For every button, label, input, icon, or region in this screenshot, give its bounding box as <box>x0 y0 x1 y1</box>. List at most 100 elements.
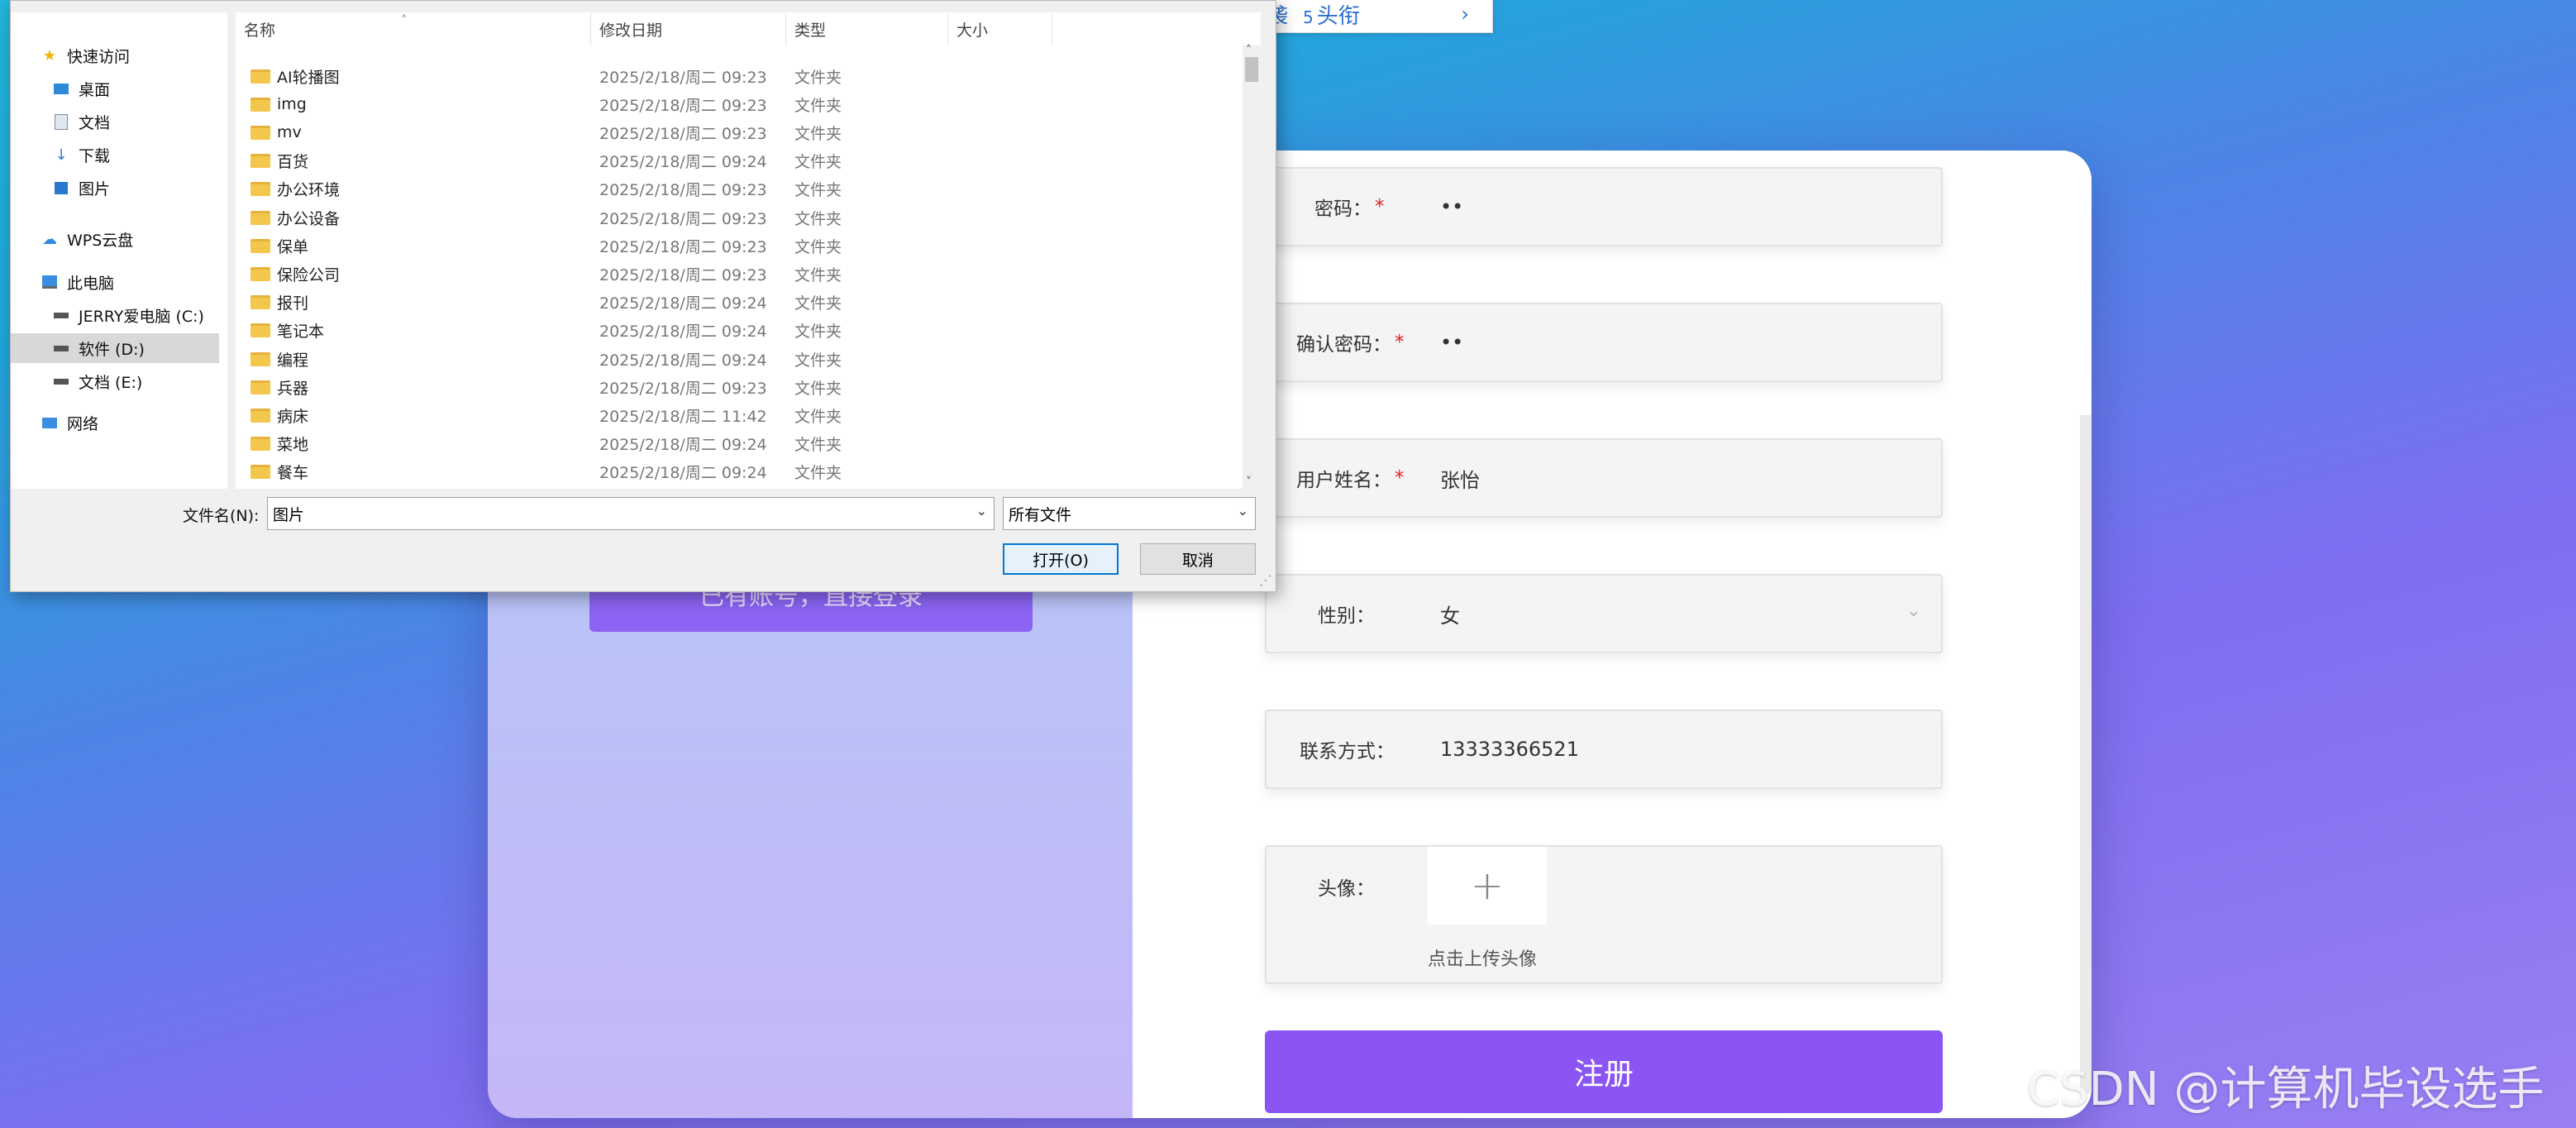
file-name-cell: 菜地 <box>250 430 308 458</box>
password-value[interactable]: •• <box>1440 169 1463 245</box>
nav-this-pc[interactable]: 此电脑 <box>41 267 114 297</box>
avatar-upload-button[interactable]: + <box>1428 847 1547 925</box>
nav-drive-d[interactable]: 软件 (D:) <box>11 333 219 363</box>
file-name-cell: 编程 <box>250 345 308 373</box>
file-date: 2025/2/18/周二 09:23 <box>599 265 767 284</box>
scrollbar-thumb[interactable] <box>1245 57 1258 82</box>
chevron-down-icon[interactable]: ⌄ <box>1906 600 1921 621</box>
password-field[interactable]: 密码： * •• <box>1265 167 1943 246</box>
file-date: 2025/2/18/周二 09:23 <box>599 124 767 143</box>
file-list-scrollbar[interactable]: ˄ ˅ <box>1243 44 1261 489</box>
column-header-name[interactable]: 名称 <box>236 12 591 45</box>
gender-label: 性别： <box>1318 605 1375 627</box>
scroll-up-icon[interactable]: ˄ <box>1246 44 1252 57</box>
file-name-cell: 兵器 <box>250 373 308 401</box>
phone-label: 联系方式： <box>1300 741 1395 762</box>
file-row[interactable]: 编程 2025/2/18/周二 09:24 文件夹 <box>236 345 1062 373</box>
file-name: 保单 <box>277 237 309 256</box>
password-label: 密码： * <box>1314 196 1385 220</box>
open-button[interactable]: 打开(O) <box>1003 543 1119 575</box>
file-row[interactable]: 餐车 2025/2/18/周二 09:24 文件夹 <box>236 458 1062 486</box>
file-date: 2025/2/18/周二 09:24 <box>599 153 767 172</box>
filename-label: 文件名(N): <box>183 507 260 525</box>
plus-icon: + <box>1470 863 1505 909</box>
column-header-type[interactable]: 类型 <box>786 12 948 45</box>
file-row[interactable]: 菜地 2025/2/18/周二 09:24 文件夹 <box>236 430 1062 458</box>
nav-documents[interactable]: 文档📌 <box>52 107 255 136</box>
nav-downloads[interactable]: ↓下载📌 <box>52 140 255 170</box>
nav-desktop[interactable]: 桌面📌 <box>52 74 255 103</box>
confirm-password-value[interactable]: •• <box>1440 304 1463 380</box>
chevron-down-icon[interactable]: ⌄ <box>1238 503 1248 519</box>
file-name: 办公环境 <box>277 181 341 200</box>
file-type: 文件夹 <box>794 237 842 256</box>
folder-icon <box>250 238 270 253</box>
file-name: mv <box>277 123 302 142</box>
file-row[interactable]: AI轮播图 2025/2/18/周二 09:23 文件夹 <box>236 62 1062 90</box>
file-row[interactable]: 病床 2025/2/18/周二 11:42 文件夹 <box>236 401 1062 429</box>
nav-drive-e[interactable]: 文档 (E:) <box>52 366 142 396</box>
file-type: 文件夹 <box>794 181 842 200</box>
column-header-date[interactable]: 修改日期 <box>591 12 786 45</box>
chevron-down-icon[interactable]: ⌄ <box>976 503 987 519</box>
folder-icon <box>250 295 270 310</box>
phone-value[interactable]: 13333366521 <box>1440 711 1579 787</box>
sort-chevron-up-icon: ˄ <box>401 14 407 27</box>
file-name-cell: 保单 <box>250 232 308 260</box>
file-name-cell: 报刊 <box>250 289 308 317</box>
file-row[interactable]: 保单 2025/2/18/周二 09:23 文件夹 <box>236 232 1062 260</box>
file-name: 百货 <box>277 153 309 172</box>
confirm-password-field[interactable]: 确认密码： * •• <box>1265 303 1943 382</box>
file-row[interactable]: 百货 2025/2/18/周二 09:24 文件夹 <box>236 147 1062 175</box>
register-button[interactable]: 注册 <box>1265 1030 1943 1113</box>
avatar-upload-hint: 点击上传头像 <box>1428 949 1538 970</box>
filetype-select[interactable]: 所有文件 ⌄ <box>1003 497 1256 530</box>
file-type: 文件夹 <box>794 153 842 172</box>
file-date: 2025/2/18/周二 09:24 <box>599 351 767 370</box>
file-row[interactable]: 报刊 2025/2/18/周二 09:24 文件夹 <box>236 289 1062 317</box>
file-date: 2025/2/18/周二 09:23 <box>599 68 767 87</box>
file-type: 文件夹 <box>794 379 842 398</box>
file-name-cell: 保险公司 <box>250 260 340 288</box>
file-row[interactable]: 笔记本 2025/2/18/周二 09:24 文件夹 <box>236 317 1062 345</box>
gender-value[interactable]: 女 <box>1440 576 1460 652</box>
nav-pictures[interactable]: 图片📌 <box>52 173 255 203</box>
folder-icon <box>250 380 270 394</box>
file-type: 文件夹 <box>794 96 842 115</box>
file-row[interactable]: 兵器 2025/2/18/周二 09:23 文件夹 <box>236 373 1062 401</box>
nav-drive-c[interactable]: JERRY爱电脑 (C:) <box>52 300 204 330</box>
computer-icon <box>41 274 59 290</box>
folder-icon <box>250 323 270 338</box>
file-row[interactable]: 办公设备 2025/2/18/周二 09:23 文件夹 <box>236 203 1062 232</box>
cancel-button[interactable]: 取消 <box>1140 543 1256 575</box>
file-type: 文件夹 <box>794 407 842 426</box>
file-row[interactable]: mv 2025/2/18/周二 09:23 文件夹 <box>236 118 1062 146</box>
file-type: 文件夹 <box>794 436 842 455</box>
real-name-value[interactable]: 张怡 <box>1440 440 1480 516</box>
file-type: 文件夹 <box>794 464 842 483</box>
file-row[interactable]: 保险公司 2025/2/18/周二 09:23 文件夹 <box>236 260 1062 288</box>
ime-next-page-icon[interactable]: › <box>1461 2 1469 26</box>
gender-select[interactable]: 性别： 女 ⌄ <box>1265 574 1943 653</box>
real-name-field[interactable]: 用户姓名： * 张怡 <box>1265 438 1943 518</box>
nav-network[interactable]: 网络 <box>41 408 98 437</box>
nav-wps-cloud[interactable]: ☁ WPS云盘 <box>41 224 133 254</box>
scroll-down-icon[interactable]: ˅ <box>1246 476 1252 489</box>
drive-icon <box>52 340 70 356</box>
ime-candidate-5[interactable]: 5 头衔 <box>1303 0 1360 30</box>
file-name: img <box>277 95 307 114</box>
document-icon <box>52 113 70 130</box>
nav-quick-access[interactable]: ★ 快速访问 <box>41 41 130 70</box>
file-name: 菜地 <box>277 436 309 455</box>
file-row[interactable]: img 2025/2/18/周二 09:23 文件夹 <box>236 90 1062 118</box>
column-header-size[interactable]: 大小 <box>948 12 1052 45</box>
resize-grip-icon[interactable]: ⋰ <box>1259 572 1272 588</box>
navigation-pane: ★快速访问 桌面📌 文档📌 ↓下载📌 图片📌 ☁WPS云盘 此电脑 JERRY爱… <box>11 12 255 489</box>
phone-field[interactable]: 联系方式： 13333366521 <box>1265 710 1943 789</box>
file-name-cell: 病床 <box>250 401 308 429</box>
folder-icon <box>250 154 270 169</box>
file-row[interactable]: 办公环境 2025/2/18/周二 09:23 文件夹 <box>236 175 1062 203</box>
form-scrollbar[interactable] <box>2080 415 2092 1093</box>
filename-input[interactable]: 图片 ⌄ <box>267 497 995 530</box>
file-date: 2025/2/18/周二 09:24 <box>599 294 767 313</box>
